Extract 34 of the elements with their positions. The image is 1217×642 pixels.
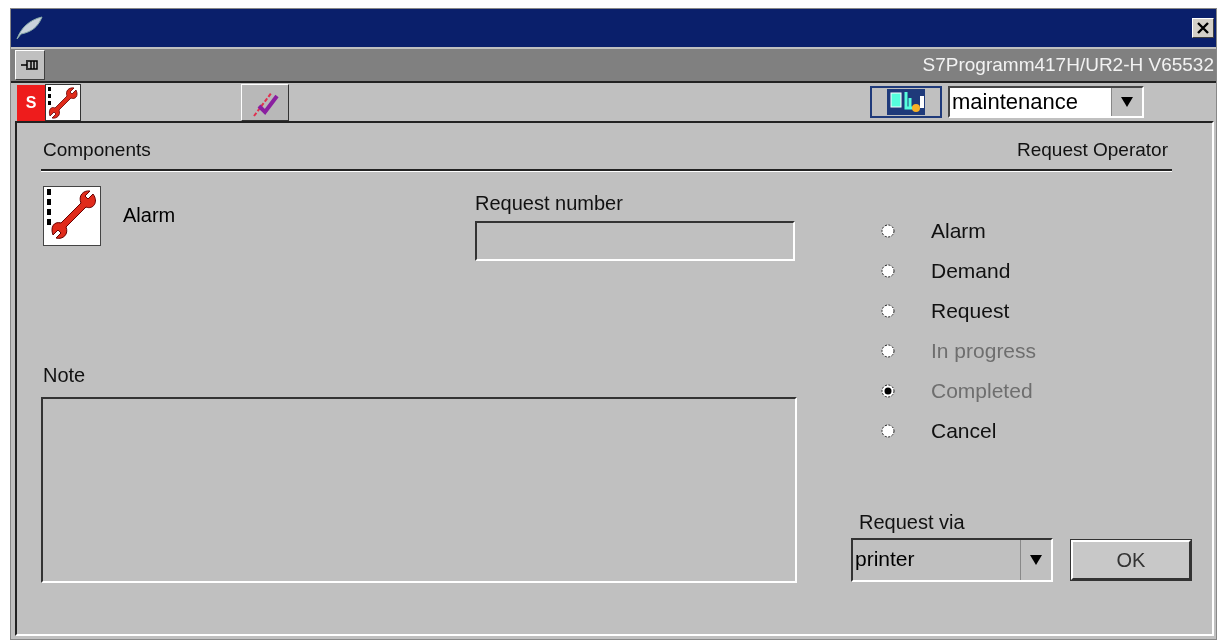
view-select[interactable]: maintenance [948, 86, 1144, 118]
radio-circle-icon[interactable] [881, 224, 895, 238]
field-label: Note [43, 364, 87, 387]
radio-circle-icon[interactable] [881, 424, 895, 438]
status-badge: S [17, 85, 45, 121]
request-via-select[interactable]: printer [851, 538, 1053, 582]
section-heading: Components [43, 139, 151, 161]
field-label: Request via [859, 511, 966, 534]
close-icon [1197, 22, 1209, 34]
radio-circle-icon[interactable] [881, 264, 895, 278]
dropdown-arrow-icon [1120, 96, 1134, 108]
check-tool-button[interactable] [241, 84, 289, 121]
dropdown-arrow-icon [1029, 554, 1043, 566]
pin-icon [21, 58, 39, 72]
radio-option[interactable]: Cancel [881, 411, 1191, 451]
component-label: Alarm [123, 204, 176, 227]
wrench-button[interactable] [45, 84, 81, 121]
radio-circle-icon[interactable] [881, 304, 895, 318]
pin-button[interactable] [15, 50, 45, 80]
ok-button[interactable]: OK [1071, 540, 1191, 580]
radio-option[interactable]: Demand [881, 251, 1191, 291]
feather-icon [15, 16, 43, 40]
radio-option[interactable]: Alarm [881, 211, 1191, 251]
wrench-icon [46, 85, 80, 120]
field-label: Request number [475, 192, 624, 215]
section-heading: Request Operator [1016, 139, 1168, 161]
display-button[interactable] [870, 86, 942, 118]
radio-option[interactable]: Request [881, 291, 1191, 331]
wrench-icon [43, 186, 101, 246]
note-field[interactable] [41, 397, 797, 583]
close-button[interactable] [1192, 18, 1214, 38]
window-title: S7Programm417H/UR2-H V65532 [922, 54, 1215, 76]
display-icon [886, 88, 926, 116]
request-number-field[interactable] [475, 221, 795, 261]
